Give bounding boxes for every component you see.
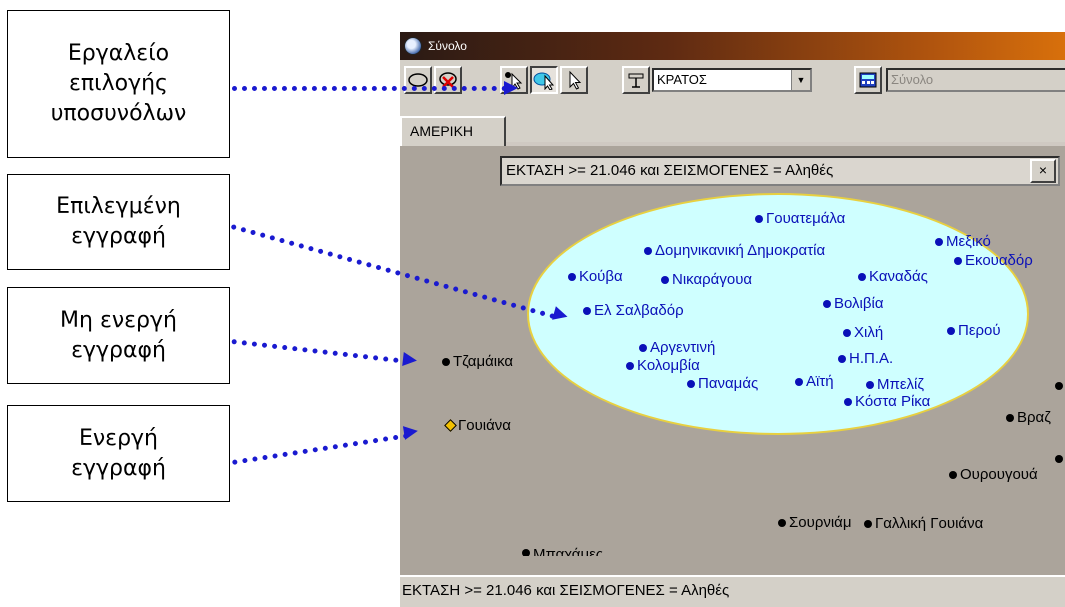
filter-text: ΕΚΤΑΣΗ >= 21.046 και ΣΕΙΣΜΟΓΕΝΕΣ = Αληθέ… [506,162,834,179]
record-selected[interactable]: Γουατεμάλα [755,210,845,227]
record-unselected-dot[interactable] [1055,455,1063,463]
record-selected[interactable]: Βολιβία [823,295,884,312]
record-selected[interactable]: Καναδάς [858,268,928,285]
app-icon [404,37,422,55]
filter-expression: ΕΚΤΑΣΗ >= 21.046 και ΣΕΙΣΜΟΓΕΝΕΣ = Αληθέ… [500,156,1060,186]
arrow-inactive-record [231,339,409,365]
arrow-pointer-icon[interactable] [560,66,588,94]
record-unselected[interactable]: Ουρουγουά [949,466,1038,483]
record-selected[interactable]: Η.Π.Α. [838,350,893,367]
record-selected[interactable]: Μπελίζ [866,376,924,393]
arrowhead-icon [402,423,419,440]
record-selected[interactable]: Δομηνικανική Δημοκρατία [644,242,825,259]
record-selected[interactable]: Μεξικό [935,233,991,250]
record-unselected-dot[interactable] [1055,382,1063,390]
record-selected[interactable]: Ελ Σαλβαδόρ [583,302,684,319]
record-selected[interactable]: Αργεντινή [639,339,715,356]
record-selected[interactable]: Κούβα [568,268,623,285]
field-combo-value: ΚΡΑΤΟΣ [657,72,707,87]
subset-select-icon[interactable] [530,66,558,94]
set-combo[interactable]: Σύνολο [886,68,1065,92]
callout-selected-record: Επιλεγμένη εγγραφή [7,174,230,270]
record-unselected[interactable]: Σουρνιάμ [778,514,852,531]
record-selected[interactable]: Κόστα Ρίκα [844,393,930,410]
record-active[interactable]: Γουιάνα [444,417,511,434]
tab-america[interactable]: ΑΜΕΡΙΚΗ [400,116,506,146]
record-selected[interactable]: Περού [947,322,1001,339]
subset-window: Σύνολο ΚΡΑΤΟΣ ▼ Σύνολο ΑΜΕΡΙΚΗ ΕΚΤΑΣΗ >=… [398,32,1065,607]
record-selected[interactable]: Κολομβία [626,357,700,374]
record-unselected[interactable]: Βραζ [1006,409,1051,426]
map-canvas[interactable]: ΕΚΤΑΣΗ >= 21.046 και ΣΕΙΣΜΟΓΕΝΕΣ = Αληθέ… [400,146,1065,576]
toolbar: ΚΡΑΤΟΣ ▼ Σύνολο [400,60,1065,101]
chevron-down-icon[interactable]: ▼ [791,70,810,90]
arrowhead-icon [402,352,418,368]
status-text: ΕΚΤΑΣΗ >= 21.046 και ΣΕΙΣΜΟΓΕΝΕΣ = Αληθέ… [402,582,730,599]
record-selected[interactable]: Χιλή [843,324,883,341]
arrowhead-icon [504,81,518,95]
callout-inactive-record: Μη ενεργή εγγραφή [7,287,230,384]
field-icon[interactable] [622,66,650,94]
title-bar: Σύνολο [400,32,1065,60]
calculator-icon[interactable] [854,66,882,94]
record-unselected[interactable]: Τζαμάικα [442,353,513,370]
tab-label: ΑΜΕΡΙΚΗ [410,123,474,139]
record-selected[interactable]: Αϊτή [795,373,834,390]
record-unselected[interactable]: Μπαχάμες [522,546,603,556]
record-selected[interactable]: Εκουαδόρ [954,252,1033,269]
set-combo-value: Σύνολο [891,72,934,87]
arrow-active-record [232,433,409,465]
field-combo[interactable]: ΚΡΑΤΟΣ ▼ [652,68,812,92]
window-title: Σύνολο [428,39,467,53]
close-icon[interactable]: × [1030,159,1056,183]
callout-subset-tool: Εργαλείο επιλογής υποσυνόλων [7,10,230,158]
status-bar: ΕΚΤΑΣΗ >= 21.046 και ΣΕΙΣΜΟΓΕΝΕΣ = Αληθέ… [400,575,1065,607]
arrow-subset-tool [232,86,507,91]
record-unselected[interactable]: Γαλλική Γουιάνα [864,515,983,532]
callout-active-record: Ενεργή εγγραφή [7,405,230,502]
record-selected[interactable]: Παναμάς [687,375,758,392]
record-selected[interactable]: Νικαράγουα [661,271,752,288]
